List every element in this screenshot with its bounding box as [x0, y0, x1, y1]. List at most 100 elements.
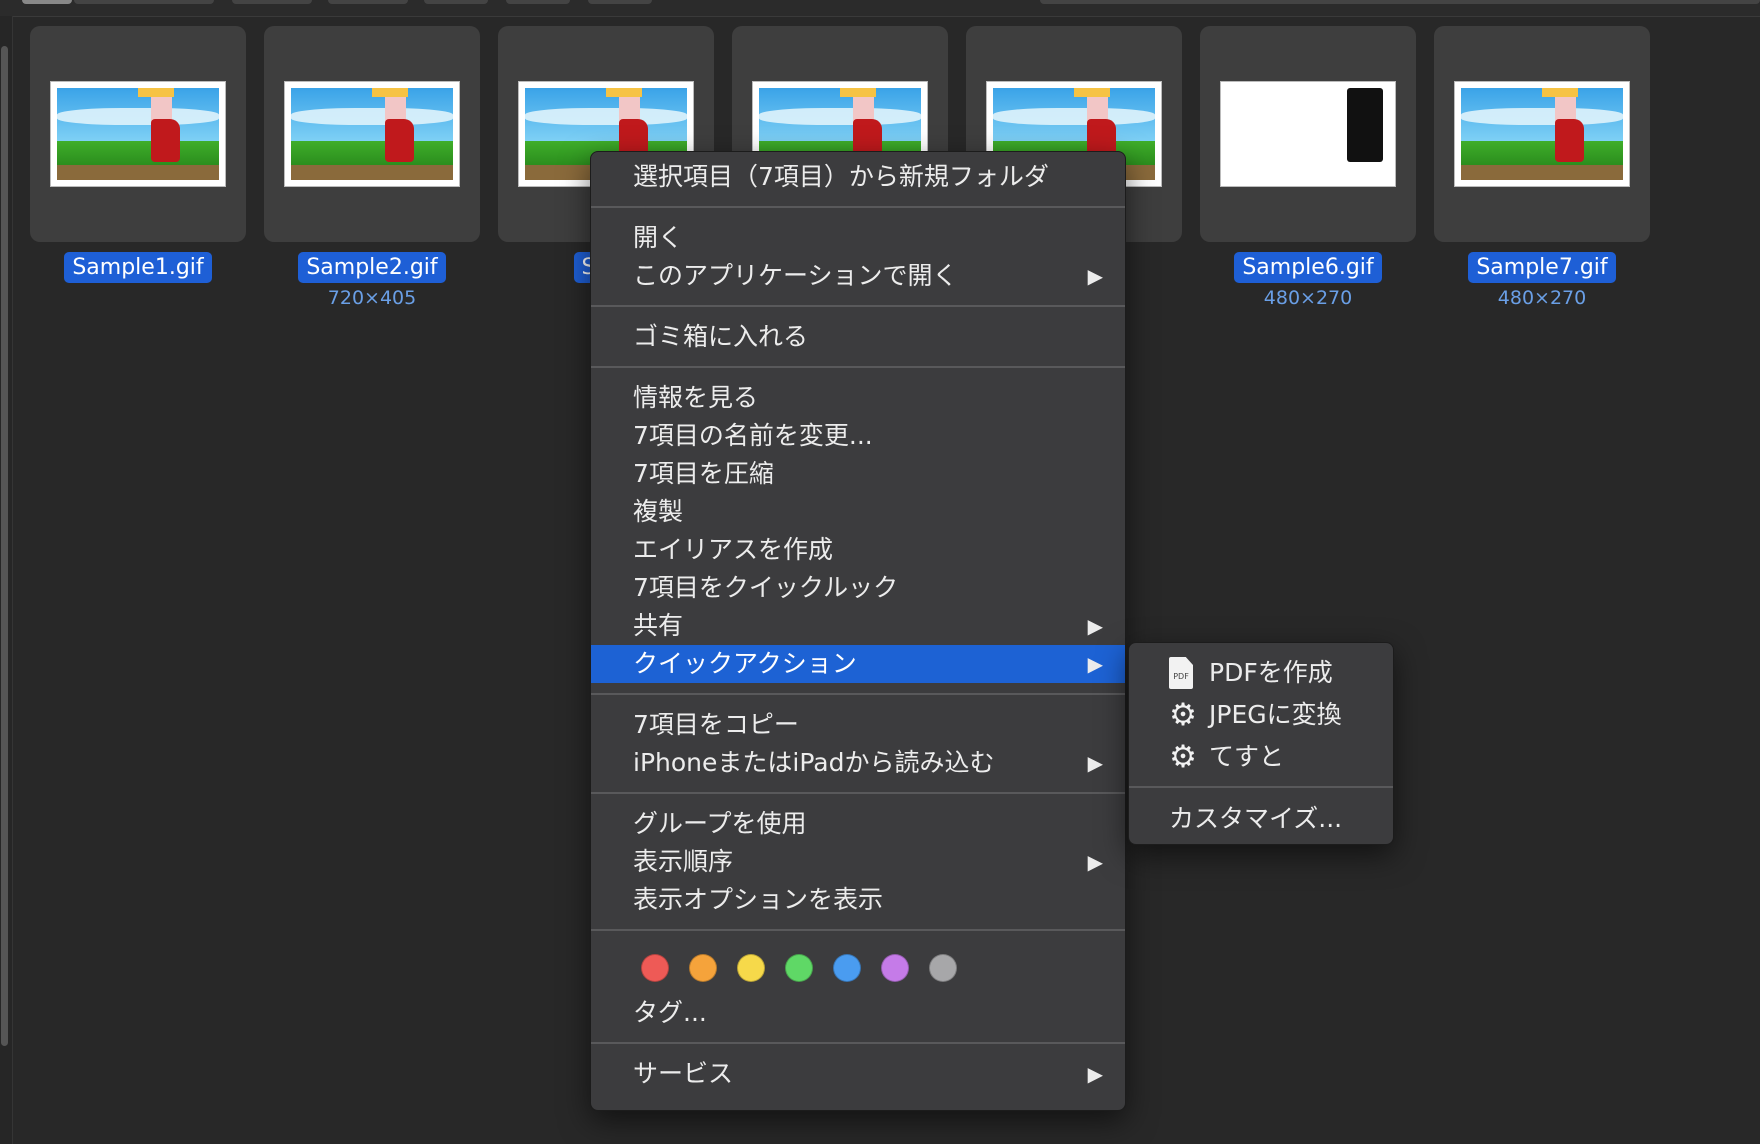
thumbnail-frame[interactable]: [1200, 26, 1416, 242]
menu-item-label: サービス: [633, 1059, 734, 1088]
file-name-label[interactable]: Sample6.gif: [1234, 252, 1382, 283]
toolbar-segment[interactable]: [232, 0, 312, 4]
menu-item-label: 開く: [633, 223, 684, 252]
file-dimensions: 480×270: [1263, 287, 1353, 309]
file-name-label[interactable]: Sample2.gif: [298, 252, 446, 283]
submenu-item-label: カスタマイズ...: [1169, 804, 1343, 833]
submenu-arrow-icon: ▶: [1087, 652, 1103, 676]
menu-item-tags[interactable]: タグ...: [591, 994, 1125, 1032]
thumbnail-frame[interactable]: [1434, 26, 1650, 242]
toolbar-segment[interactable]: [588, 0, 652, 4]
tag-color-row: [591, 942, 1125, 994]
menu-item-open[interactable]: 開く: [591, 219, 1125, 257]
file-name-label[interactable]: Sample1.gif: [64, 252, 212, 283]
menu-item-label: iPhoneまたはiPadから読み込む: [633, 748, 995, 777]
file-thumbnail: [284, 81, 460, 187]
thumbnail-frame[interactable]: [30, 26, 246, 242]
menu-item-label: エイリアスを作成: [633, 535, 834, 564]
menu-item-label: 7項目をクイックルック: [633, 573, 899, 602]
menu-item-label: 表示順序: [633, 847, 734, 876]
menu-item-compress[interactable]: 7項目を圧縮: [591, 455, 1125, 493]
submenu-item-customize[interactable]: カスタマイズ...: [1129, 798, 1393, 840]
menu-item-label: 共有: [633, 611, 684, 640]
menu-item-label: 7項目をコピー: [633, 710, 799, 739]
menu-item-quick-look[interactable]: 7項目をクイックルック: [591, 569, 1125, 607]
menu-item-make-alias[interactable]: エイリアスを作成: [591, 531, 1125, 569]
menu-item-rename[interactable]: 7項目の名前を変更...: [591, 417, 1125, 455]
thumbnail-frame[interactable]: [264, 26, 480, 242]
context-menu: 選択項目（7項目）から新規フォルダ 開く このアプリケーションで開く ▶ ゴミ箱に…: [590, 151, 1126, 1111]
search-field[interactable]: [1040, 0, 1760, 4]
menu-item-label: クイックアクション: [633, 649, 857, 678]
menu-separator: [591, 366, 1125, 368]
quick-actions-submenu: PDF PDFを作成 ⚙ JPEGに変換 ⚙ てすと カスタマイズ...: [1128, 642, 1394, 845]
tag-color-dot[interactable]: [929, 954, 957, 982]
toolbar: [0, 0, 1760, 17]
menu-item-copy[interactable]: 7項目をコピー: [591, 706, 1125, 744]
menu-separator: [591, 929, 1125, 931]
file-dimensions: 720×405: [327, 287, 417, 309]
menu-item-label: 複製: [633, 497, 684, 526]
menu-item-sort-by[interactable]: 表示順序 ▶: [591, 843, 1125, 881]
menu-item-label: グループを使用: [633, 809, 807, 838]
submenu-item-label: JPEGに変換: [1209, 700, 1342, 729]
file-name-label[interactable]: Sample7.gif: [1468, 252, 1616, 283]
submenu-item-test[interactable]: ⚙ てすと: [1129, 736, 1393, 778]
file-item[interactable]: Sample6.gif 480×270: [1200, 26, 1416, 309]
menu-item-use-groups[interactable]: グループを使用: [591, 805, 1125, 843]
submenu-item-label: てすと: [1209, 742, 1285, 771]
toolbar-segment[interactable]: [424, 0, 488, 4]
tag-color-dot[interactable]: [881, 954, 909, 982]
menu-item-label: 選択項目（7項目）から新規フォルダ: [633, 162, 1049, 191]
menu-item-label: 情報を見る: [633, 383, 759, 412]
menu-item-get-info[interactable]: 情報を見る: [591, 379, 1125, 417]
gear-icon: ⚙: [1169, 697, 1197, 733]
menu-item-view-options[interactable]: 表示オプションを表示: [591, 881, 1125, 919]
toolbar-segment[interactable]: [22, 0, 72, 4]
menu-item-services[interactable]: サービス ▶: [591, 1055, 1125, 1093]
menu-item-label: 7項目の名前を変更...: [633, 421, 873, 450]
submenu-item-create-pdf[interactable]: PDF PDFを作成: [1129, 652, 1393, 694]
toolbar-segment[interactable]: [328, 0, 408, 4]
tag-color-dot[interactable]: [737, 954, 765, 982]
menu-separator: [591, 305, 1125, 307]
submenu-arrow-icon: ▶: [1087, 751, 1103, 775]
menu-item-open-with[interactable]: このアプリケーションで開く ▶: [591, 257, 1125, 295]
menu-item-import-iphone[interactable]: iPhoneまたはiPadから読み込む ▶: [591, 744, 1125, 782]
menu-item-share[interactable]: 共有 ▶: [591, 607, 1125, 645]
menu-item-label: このアプリケーションで開く: [633, 261, 958, 290]
menu-separator: [591, 693, 1125, 695]
menu-separator: [1129, 786, 1393, 788]
menu-item-label: ゴミ箱に入れる: [633, 322, 809, 351]
file-item[interactable]: Sample7.gif 480×270: [1434, 26, 1650, 309]
tag-color-dot[interactable]: [785, 954, 813, 982]
submenu-item-convert-jpeg[interactable]: ⚙ JPEGに変換: [1129, 694, 1393, 736]
file-dimensions: 480×270: [1497, 287, 1587, 309]
tag-color-dot[interactable]: [689, 954, 717, 982]
menu-separator: [591, 1042, 1125, 1044]
menu-separator: [591, 792, 1125, 794]
file-thumbnail: [50, 81, 226, 187]
sidebar-edge: [0, 16, 13, 1144]
menu-item-quick-actions[interactable]: クイックアクション ▶: [591, 645, 1125, 683]
toolbar-segment[interactable]: [506, 0, 570, 4]
gear-icon: ⚙: [1169, 739, 1197, 775]
scrollbar[interactable]: [1, 46, 8, 1046]
file-thumbnail: [1454, 81, 1630, 187]
menu-item-label: 7項目を圧縮: [633, 459, 774, 488]
file-thumbnail: [1220, 81, 1396, 187]
submenu-arrow-icon: ▶: [1087, 1062, 1103, 1086]
submenu-arrow-icon: ▶: [1087, 850, 1103, 874]
menu-separator: [591, 206, 1125, 208]
menu-item-new-folder[interactable]: 選択項目（7項目）から新規フォルダ: [591, 158, 1125, 196]
submenu-arrow-icon: ▶: [1087, 264, 1103, 288]
file-item[interactable]: Sample1.gif: [30, 26, 246, 283]
menu-item-duplicate[interactable]: 複製: [591, 493, 1125, 531]
file-item[interactable]: Sample2.gif 720×405: [264, 26, 480, 309]
pdf-document-icon: PDF: [1169, 657, 1193, 689]
tag-color-dot[interactable]: [833, 954, 861, 982]
menu-item-label: タグ...: [633, 998, 707, 1027]
menu-item-trash[interactable]: ゴミ箱に入れる: [591, 318, 1125, 356]
tag-color-dot[interactable]: [641, 954, 669, 982]
toolbar-segment[interactable]: [74, 0, 214, 4]
